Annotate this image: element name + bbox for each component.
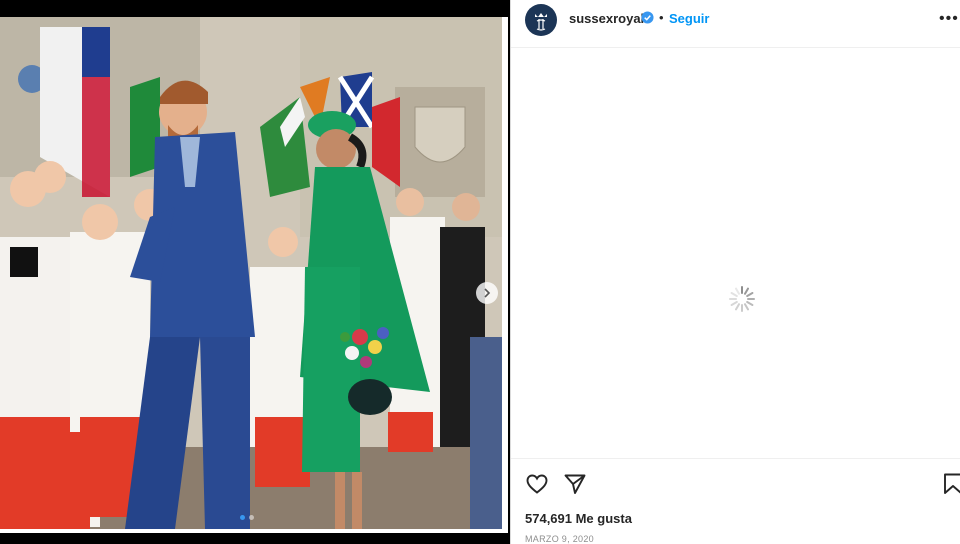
header-separator: •: [659, 10, 664, 25]
post-actions: 574,691 Me gusta MARZO 9, 2020: [511, 458, 960, 544]
likes-count[interactable]: 574,691 Me gusta: [525, 511, 632, 526]
post-date[interactable]: MARZO 9, 2020: [525, 534, 594, 544]
chevron-right-icon: [484, 288, 491, 298]
post-media: [0, 17, 508, 533]
post-photo[interactable]: [0, 17, 502, 529]
post-header: sussexroyal • Seguir •••: [511, 0, 960, 48]
spinner-icon: [729, 286, 755, 312]
avatar[interactable]: [525, 4, 557, 36]
carousel-dot-active: [240, 515, 245, 520]
carousel-dot: [249, 515, 254, 520]
follow-button[interactable]: Seguir: [669, 11, 709, 26]
post-sidebar: sussexroyal • Seguir ••• 574,691 Me gust…: [510, 0, 960, 544]
comments-area: [511, 49, 960, 457]
heart-icon[interactable]: [525, 472, 549, 496]
more-options-button[interactable]: •••: [939, 10, 959, 28]
royal-monogram-icon: [535, 13, 547, 31]
verified-badge-icon: [641, 11, 654, 24]
carousel-indicator: [240, 515, 254, 520]
carousel-next-button[interactable]: [476, 282, 498, 304]
instagram-post-view: sussexroyal • Seguir ••• 574,691 Me gust…: [0, 0, 960, 544]
username-link[interactable]: sussexroyal: [569, 11, 644, 26]
photo-illustration: [0, 17, 502, 529]
bookmark-icon[interactable]: [941, 472, 960, 496]
paper-plane-icon[interactable]: [563, 472, 587, 496]
